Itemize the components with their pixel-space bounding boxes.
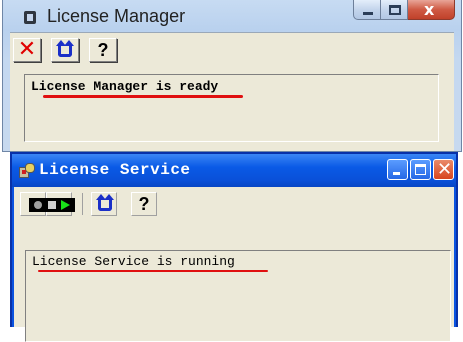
license-manager-titlebar[interactable]: License Manager x: [3, 0, 461, 32]
maximize-icon: [389, 5, 401, 15]
license-service-status-text: License Service is running: [32, 254, 235, 269]
license-service-title: License Service: [39, 161, 191, 179]
refresh-button[interactable]: [91, 192, 117, 216]
annotation-underline: [38, 270, 268, 272]
maximize-button[interactable]: [381, 0, 408, 20]
refresh-icon: [56, 40, 74, 57]
license-service-status-panel: License Service is running: [25, 250, 451, 342]
help-button[interactable]: ?: [89, 38, 117, 62]
service-state-indicator: [29, 198, 75, 212]
annotation-underline: [43, 95, 243, 98]
help-button[interactable]: ?: [131, 192, 157, 216]
app-icon: [24, 11, 36, 24]
minimize-icon: [363, 12, 373, 15]
license-manager-title: License Manager: [47, 6, 186, 26]
license-manager-status-panel: License Manager is ready: [24, 74, 439, 142]
toolbar-separator: [82, 193, 83, 215]
close-icon: ✕: [437, 159, 453, 180]
red-x-icon: ✕: [17, 37, 37, 62]
help-label: ?: [138, 194, 150, 214]
license-manager-toolbar: ✕ ?: [13, 38, 117, 62]
minimize-button[interactable]: [353, 0, 381, 20]
help-label: ?: [97, 40, 109, 60]
maximize-button[interactable]: [410, 159, 431, 180]
minimize-icon: [393, 172, 400, 175]
close-icon: x: [424, 0, 435, 19]
close-button[interactable]: x: [408, 0, 455, 20]
minimize-button[interactable]: [387, 159, 408, 180]
close-button[interactable]: ✕: [433, 159, 454, 180]
license-service-titlebar[interactable]: License Service ✕: [12, 154, 456, 187]
window-controls: x: [353, 0, 455, 21]
running-led-icon: [61, 200, 70, 210]
refresh-icon: [96, 194, 114, 211]
service-app-icon: [19, 163, 35, 178]
record-led-icon: [34, 201, 42, 209]
window-controls: ✕: [387, 159, 454, 180]
stop-led-icon: [48, 201, 56, 209]
stop-button[interactable]: ✕: [13, 38, 41, 62]
license-manager-status-text: License Manager is ready: [31, 79, 219, 94]
refresh-button[interactable]: [51, 38, 79, 62]
maximize-icon: [415, 164, 426, 175]
